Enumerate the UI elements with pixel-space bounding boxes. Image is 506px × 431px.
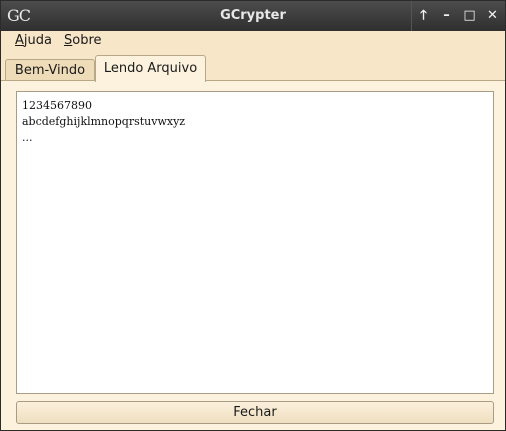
close-button[interactable]: Fechar <box>16 401 494 424</box>
menu-sobre[interactable]: Sobre <box>64 33 102 48</box>
close-icon[interactable]: ✕ <box>481 1 504 31</box>
menu-ajuda-label: juda <box>23 33 52 48</box>
minimize-icon[interactable]: – <box>435 1 458 31</box>
file-content-textarea[interactable]: 1234567890 abcdefghijklmnopqrstuvwxyz ..… <box>16 91 494 394</box>
menu-ajuda-mnemonic: A <box>15 33 24 48</box>
menu-ajuda[interactable]: Ajuda <box>15 33 52 48</box>
maximize-icon[interactable]: □ <box>458 1 481 31</box>
content-line: 1234567890 <box>22 99 92 112</box>
raise-icon[interactable]: 🡑 <box>412 1 435 31</box>
content-line: ... <box>22 131 33 144</box>
window-controls: 🡑 – □ ✕ <box>411 1 505 31</box>
menu-sobre-label: obre <box>72 33 102 48</box>
content-line: abcdefghijklmnopqrstuvwxyz <box>22 115 186 128</box>
menu-bar: Ajuda Sobre <box>1 31 505 53</box>
app-window: GC GCrypter 🡑 – □ ✕ Ajuda Sobre Bem-Vind… <box>0 0 506 431</box>
title-bar[interactable]: GC GCrypter 🡑 – □ ✕ <box>1 1 505 31</box>
tab-divider <box>1 80 505 81</box>
tab-bar: Bem-Vindo Lendo Arquivo <box>1 55 505 82</box>
tab-lendo-arquivo[interactable]: Lendo Arquivo <box>95 55 206 82</box>
tab-bem-vindo[interactable]: Bem-Vindo <box>5 59 95 82</box>
